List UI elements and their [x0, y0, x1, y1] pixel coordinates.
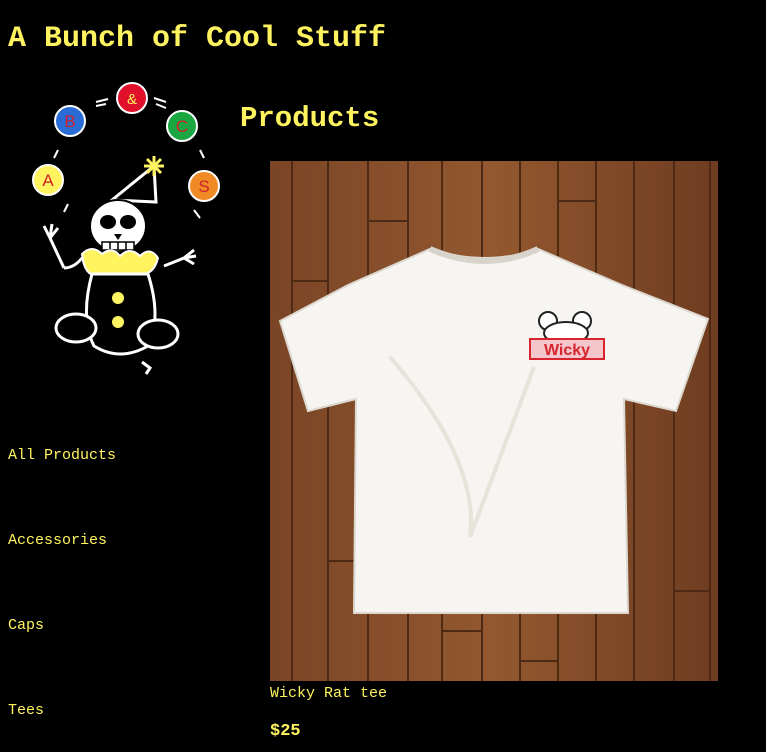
nav-link-all-products[interactable]: All Products [8, 446, 116, 466]
svg-text:C: C [176, 117, 188, 136]
nav-link-caps[interactable]: Caps [8, 616, 44, 636]
svg-text:A: A [42, 171, 54, 190]
juggling-ball-ampersand: & [116, 82, 148, 114]
nav-link-tees[interactable]: Tees [8, 701, 44, 721]
juggling-ball-s: S [188, 170, 220, 202]
skeleton-hand-left-icon [42, 223, 84, 270]
nav-link-accessories[interactable]: Accessories [8, 531, 107, 551]
site-title[interactable]: A Bunch of Cool Stuff [8, 20, 386, 58]
skull-face-icon [89, 199, 147, 253]
juggling-ball-c: C [166, 110, 198, 142]
page-title: Products [240, 102, 380, 135]
product-image[interactable]: Wicky [270, 161, 718, 681]
svg-text:&: & [127, 91, 137, 108]
juggling-clown-logo[interactable]: A B & C S [24, 78, 228, 378]
juggling-ball-a: A [32, 164, 64, 196]
skeleton-hand-right-icon [163, 248, 197, 268]
product-price: $25 [270, 722, 301, 741]
clown-body-icon [54, 272, 180, 375]
product-name[interactable]: Wicky Rat tee [270, 684, 387, 704]
svg-text:S: S [198, 177, 209, 196]
clown-hat-icon [107, 156, 164, 204]
svg-text:Wicky: Wicky [544, 342, 590, 359]
svg-text:B: B [64, 112, 75, 131]
juggling-ball-b: B [54, 105, 86, 137]
